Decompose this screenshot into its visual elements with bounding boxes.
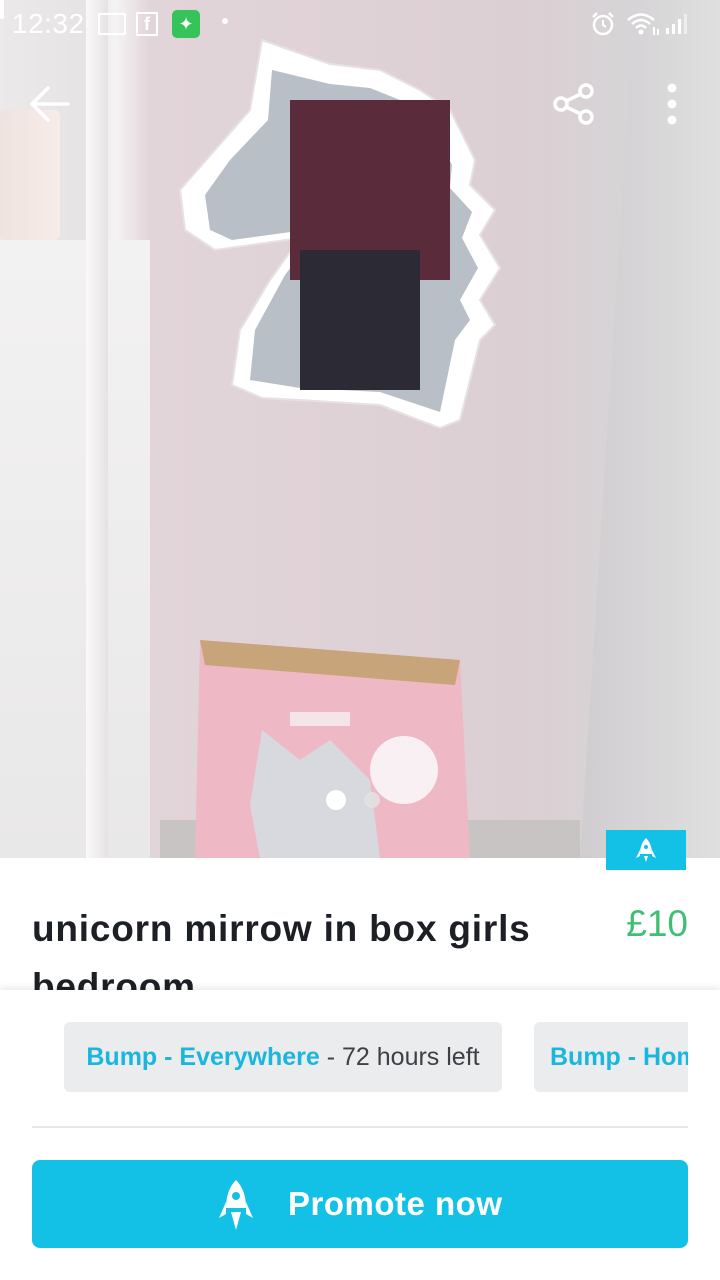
photo-pager-dot[interactable] <box>364 792 380 808</box>
facebook-notification-icon: f <box>136 12 158 36</box>
gallery-notification-icon <box>98 13 126 35</box>
bump-options-row[interactable]: Bump - Everywhere - 72 hours left Bump -… <box>0 1022 688 1094</box>
status-time: 12:32 <box>12 8 85 39</box>
bump-badge <box>606 830 686 870</box>
bump-everywhere-chip[interactable]: Bump - Everywhere - 72 hours left <box>64 1022 502 1092</box>
rocket-icon <box>636 838 656 862</box>
wifi-icon <box>627 13 659 35</box>
bump-chip-time-left: - 72 hours left <box>319 1043 480 1071</box>
app-notification-icon: ✦ <box>172 10 200 38</box>
promote-now-button[interactable]: Promote now <box>32 1160 688 1248</box>
listing-photo[interactable] <box>0 0 720 858</box>
back-arrow-icon[interactable] <box>26 82 74 126</box>
share-icon[interactable] <box>552 82 596 126</box>
alarm-icon <box>592 12 614 36</box>
photo-objects <box>178 38 502 858</box>
photo-pager-dot-active[interactable] <box>326 790 346 810</box>
divider <box>32 1126 688 1128</box>
listing-price: £10 <box>626 903 688 944</box>
bump-chip-label: Bump - Everywhere <box>86 1043 320 1071</box>
bump-home-chip[interactable]: Bump - Hom <box>534 1022 688 1092</box>
promote-sheet: Bump - Everywhere - 72 hours left Bump -… <box>0 990 720 1280</box>
more-notifications-icon <box>222 18 228 24</box>
signal-icon <box>666 14 687 34</box>
promote-now-label: Promote now <box>288 1185 503 1222</box>
battery-icon <box>0 0 4 19</box>
status-bar: 12:32 f ✦ <box>0 0 720 48</box>
more-options-icon[interactable] <box>654 80 690 130</box>
bump-chip-label: Bump - Hom <box>550 1043 688 1071</box>
rocket-icon <box>219 1180 253 1230</box>
